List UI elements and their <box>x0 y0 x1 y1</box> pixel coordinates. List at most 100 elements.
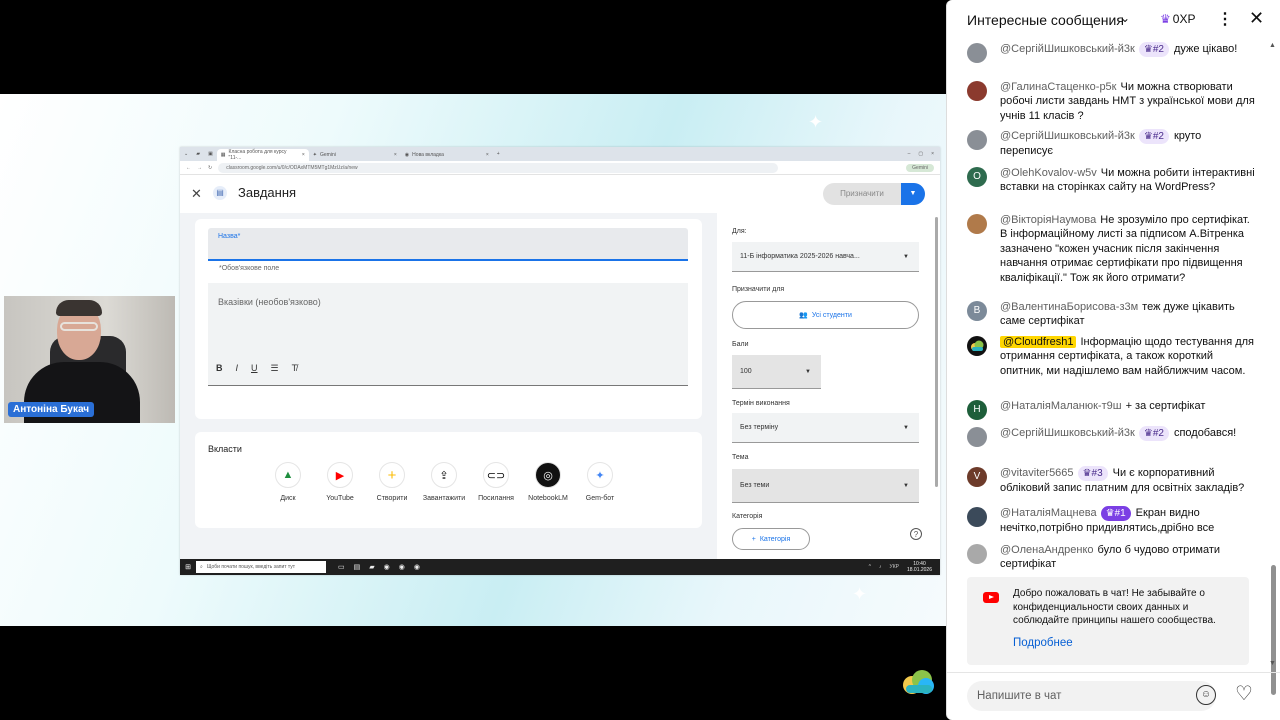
chat-input[interactable] <box>967 681 1216 711</box>
message-author[interactable]: @НаталіяМаланюк-т9ш <box>1000 400 1122 412</box>
attach-label: Створити <box>376 495 408 502</box>
avatar[interactable] <box>967 544 987 564</box>
taskview-icon: ▭ <box>338 564 345 571</box>
message-author[interactable]: @OlehKovalov-w5v <box>1000 167 1097 179</box>
avatar[interactable] <box>967 214 987 234</box>
class-select-value: 11-Б інформатика 2025-2026 навча... <box>740 253 860 260</box>
forward-icon: → <box>197 164 202 171</box>
crown-icon: ♛ <box>1143 44 1153 55</box>
app-root: ✦ ✦ Антоніна Букач ⌄ ▰ ▣ ▦ Класна робота… <box>0 0 1280 720</box>
details-card: Назва* *Обов'язкове поле Вказівки (необо… <box>195 219 702 419</box>
reload-icon: ↻ <box>208 164 213 171</box>
avatar[interactable] <box>967 130 987 150</box>
close-icon: × <box>301 152 305 158</box>
points-label: Бали <box>732 341 749 348</box>
new-tab-icon: + <box>496 151 500 157</box>
page-title: Завдання <box>238 185 297 200</box>
upload-icon: ⇪ <box>431 462 457 488</box>
chat-title[interactable]: Интересные сообщения <box>967 12 1124 28</box>
chevron-down-icon[interactable]: ⌄ <box>1120 11 1130 25</box>
caret-down-icon: ▼ <box>903 424 909 431</box>
message-author[interactable]: @ВалентинаБорисова-з3м <box>1000 301 1138 313</box>
scroll-up-icon[interactable]: ▲ <box>1269 42 1276 49</box>
message-author[interactable]: @СергійШишковський-й3к <box>1000 130 1135 142</box>
explorer-icon: ▤ <box>353 564 361 571</box>
avatar[interactable] <box>967 427 987 447</box>
attach-label: YouTube <box>326 495 354 502</box>
browser-tabbar: ⌄ ▰ ▣ ▦ Класна робота для курсу "11-... … <box>180 147 940 161</box>
message-author[interactable]: @ОленаАндренко <box>1000 544 1094 556</box>
app-icon: ▣ <box>208 151 213 157</box>
avatar[interactable]: V <box>967 467 987 487</box>
video-stage[interactable]: ✦ ✦ Антоніна Букач ⌄ ▰ ▣ ▦ Класна робота… <box>0 94 946 626</box>
close-chat-button[interactable]: ✕ <box>1249 8 1264 29</box>
tab-label: Класна робота для курсу "11-... <box>228 149 287 161</box>
rank-badge: ♛#2 <box>1138 42 1169 57</box>
class-select: 11-Б інформатика 2025-2026 навча... ▼ <box>732 242 919 272</box>
sparkle-icon: ✦ <box>852 584 868 604</box>
avatar[interactable] <box>967 507 987 527</box>
scroll-down-icon[interactable]: ▼ <box>1269 660 1276 667</box>
crown-icon: ♛ <box>1143 131 1153 142</box>
close-icon: × <box>485 152 489 158</box>
chat-message: @ВікторіяНаумова Не зрозуміло про сертифі… <box>967 213 1257 285</box>
attach-options: ▲ Диск ▶ YouTube + Створити ⇪ Завантажит… <box>265 462 623 502</box>
welcome-text: Добро пожаловать в чат! Не забывайте о к… <box>1013 588 1216 626</box>
emoji-icon[interactable]: ☺ <box>1196 685 1216 705</box>
plus-icon: + <box>751 535 756 543</box>
message-author[interactable]: @СергійШишковський-й3к <box>1000 427 1135 439</box>
title-label: Назва* <box>218 233 241 240</box>
chat-scrollbar[interactable]: ▲ ▼ <box>1269 40 1277 695</box>
message-text: сподобався! <box>1173 427 1237 439</box>
more-options-icon[interactable]: ⋮ <box>1217 9 1233 29</box>
tab-label: Gemini <box>320 152 336 158</box>
chrome-icon: ◉ <box>383 564 390 571</box>
message-author[interactable]: @vitaviter5665 <box>1000 467 1074 479</box>
page-scrollbar <box>935 217 938 487</box>
chat-message: @НаталіяМацнева ♛#1 Екран видно нечітко,по… <box>967 506 1257 535</box>
welcome-banner: Добро пожаловать в чат! Не забывайте о к… <box>967 577 1249 665</box>
youtube-icon <box>983 592 999 603</box>
message-author[interactable]: @ВікторіяНаумова <box>1000 214 1096 226</box>
assign-to-label: Призначити для <box>732 286 785 293</box>
points-value: 100 <box>740 368 752 375</box>
globe-icon: ◉ <box>404 152 410 158</box>
gemini-icon: ✦ <box>312 152 317 158</box>
xp-badge[interactable]: ♛ 0XP <box>1160 12 1195 26</box>
avatar[interactable] <box>967 43 987 63</box>
message-author[interactable]: @СергійШишковський-й3к <box>1000 43 1135 55</box>
cloudfresh-logo-icon <box>971 340 984 351</box>
category-label: Категорія <box>732 513 763 520</box>
avatar[interactable]: O <box>967 167 987 187</box>
avatar[interactable]: H <box>967 400 987 420</box>
chat-message: @СергійШишковський-й3к ♛#2 дуже цікаво! <box>967 42 1257 63</box>
youtube-icon: ▶ <box>327 462 353 488</box>
avatar[interactable] <box>967 336 987 356</box>
avatar[interactable]: B <box>967 301 987 321</box>
webcam-feed: Антоніна Букач <box>4 296 175 423</box>
heart-icon[interactable]: ♡ <box>1235 681 1253 706</box>
chat-message: @ГалинаСтаценко-р5к Чи можна створювати р… <box>967 80 1257 123</box>
attach-notebooklm: ◎ NotebookLM <box>525 462 571 502</box>
gem-icon: ✦ <box>587 462 613 488</box>
rank-badge: ♛#1 <box>1100 506 1131 521</box>
chat-message: @Cloudfresh1 Інформацію щодо тестування д… <box>967 335 1257 378</box>
folder-icon: ▰ <box>196 151 201 157</box>
avatar[interactable] <box>967 81 987 101</box>
speaker-icon: ♪ <box>879 564 882 570</box>
chat-message: O @OlehKovalov-w5v Чи можна робити інтера… <box>967 166 1257 195</box>
points-select: 100 ▼ <box>732 355 821 389</box>
message-author[interactable]: @НаталіяМацнева <box>1000 507 1097 519</box>
browser-tab-classroom: ▦ Класна робота для курсу "11-... × <box>216 149 309 161</box>
message-author[interactable]: @Cloudfresh1 <box>1000 336 1077 348</box>
maximize-icon: ▢ <box>918 151 924 157</box>
classroom-icon: ▦ <box>220 152 226 158</box>
clock: 10:40 18.01.2026 <box>907 561 932 573</box>
close-icon: × <box>393 152 397 158</box>
attach-upload: ⇪ Завантажити <box>421 462 467 502</box>
learn-more-link[interactable]: Подробнее <box>1013 637 1073 649</box>
attach-card: Вкласти ▲ Диск ▶ YouTube + Створити ⇪ За… <box>195 432 702 528</box>
underline-icon: U <box>251 363 258 373</box>
message-author[interactable]: @ГалинаСтаценко-р5к <box>1000 81 1117 93</box>
for-label: Для: <box>732 228 747 235</box>
